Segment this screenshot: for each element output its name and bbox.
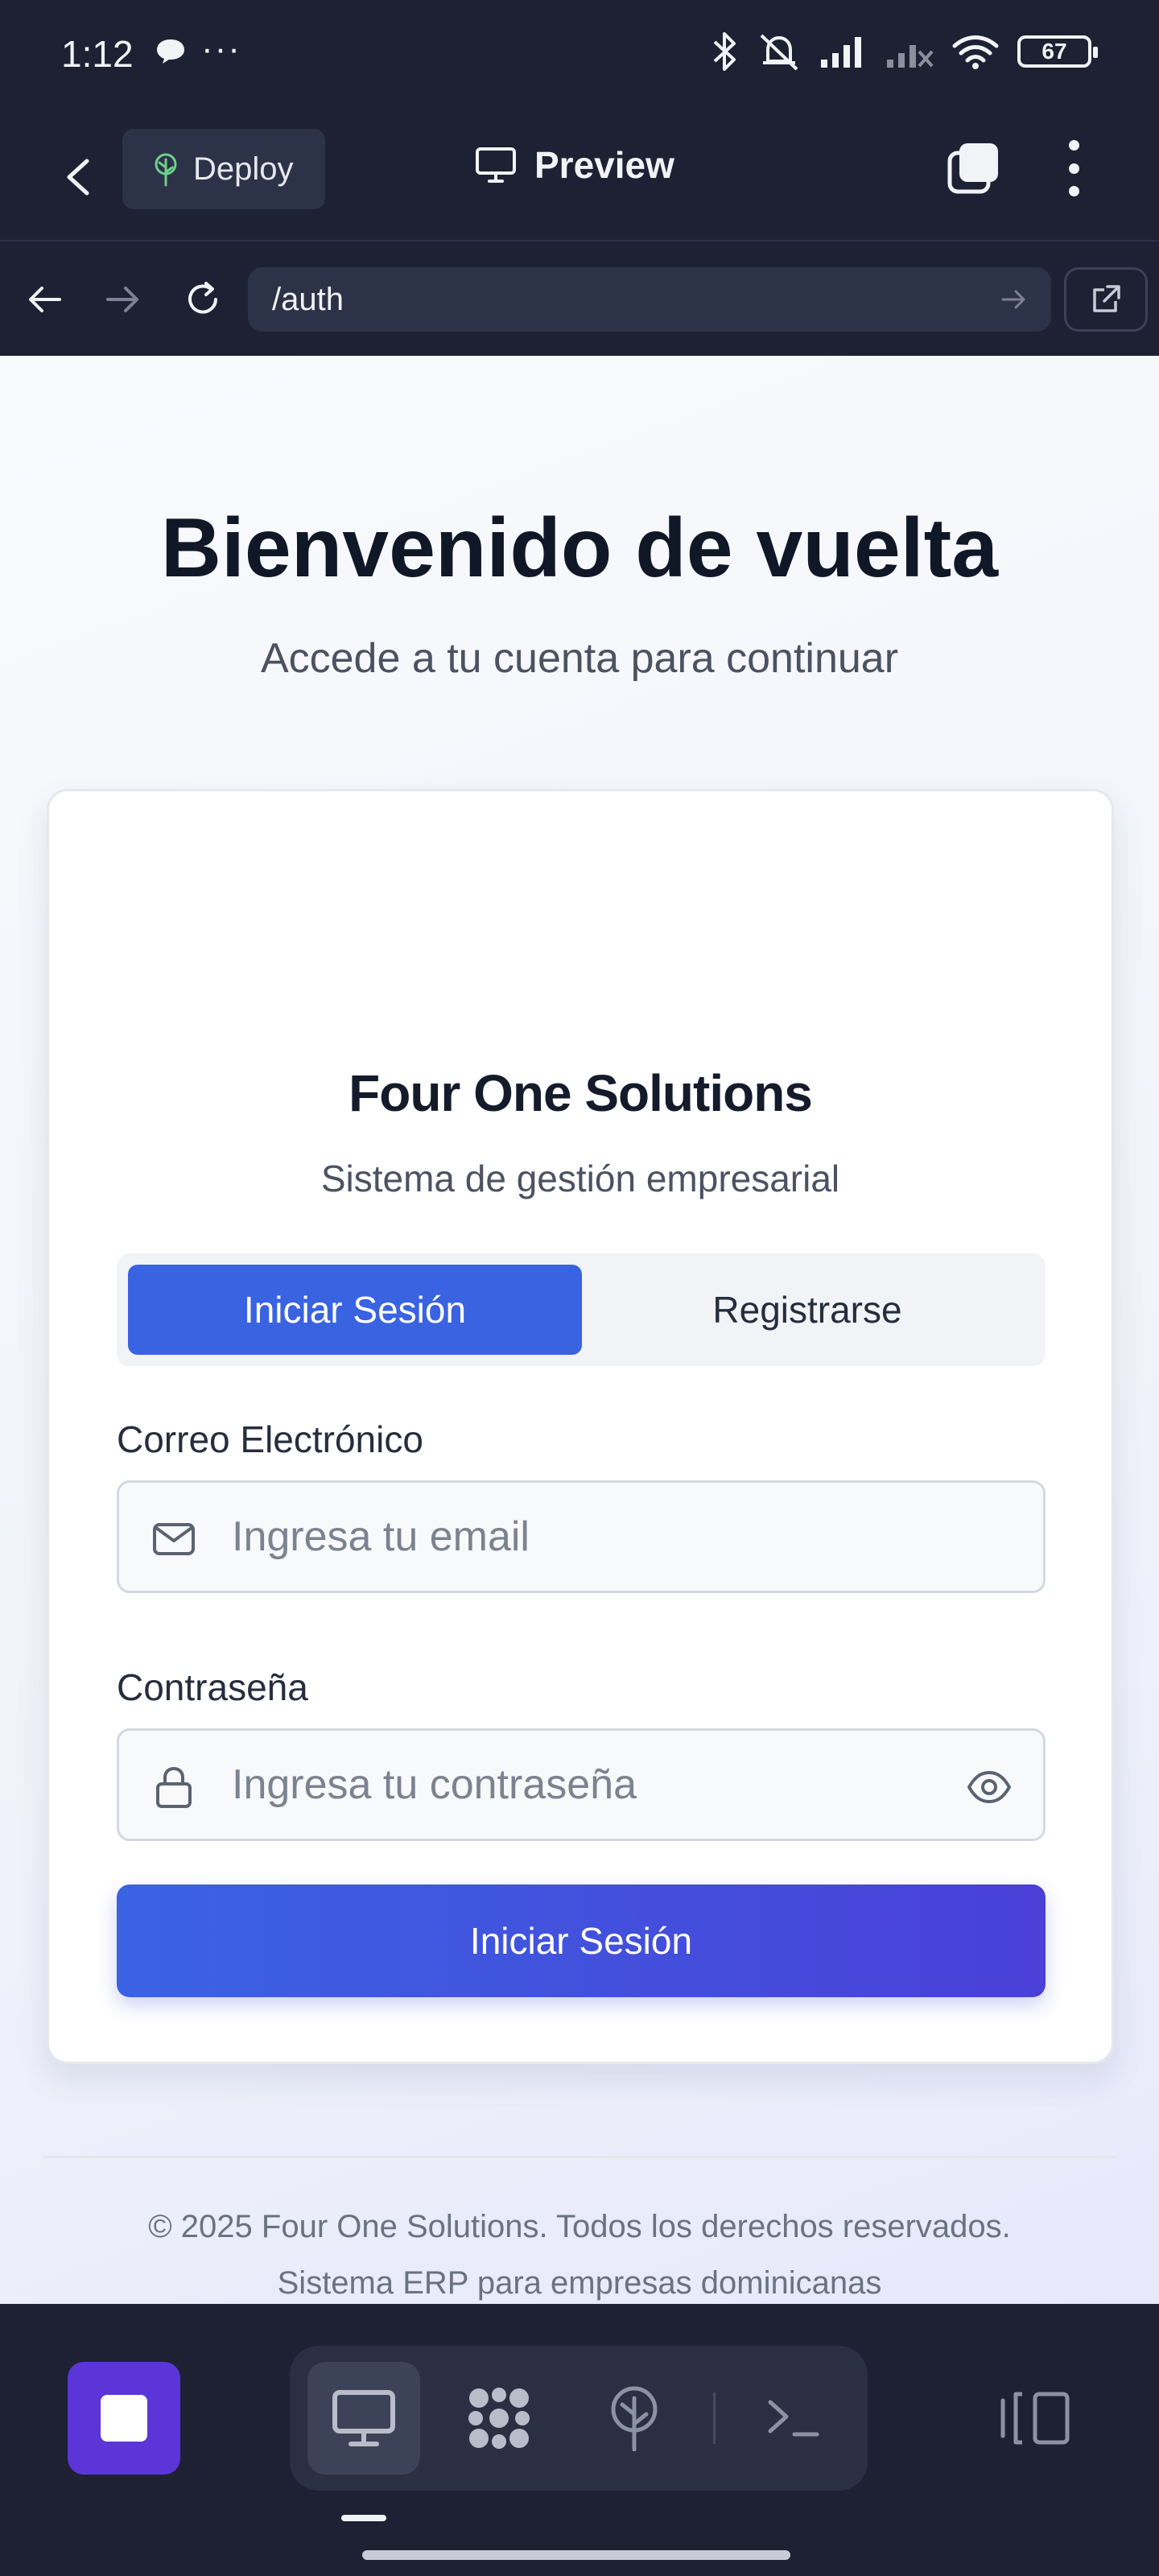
footer-copyright: © 2025 Four One Solutions. Todos los der… bbox=[148, 2209, 1011, 2244]
toolbar-separator bbox=[713, 2392, 716, 2444]
email-field[interactable]: Ingresa tu email bbox=[117, 1480, 1046, 1593]
footer-tagline: Sistema ERP para empresas dominicanas bbox=[277, 2265, 882, 2301]
arrow-left-icon[interactable] bbox=[24, 279, 66, 320]
signal-icon bbox=[821, 37, 861, 68]
go-arrow-icon[interactable] bbox=[1000, 285, 1029, 314]
page-subtitle: Accede a tu cuenta para continuar bbox=[260, 635, 899, 682]
open-external-button[interactable] bbox=[1064, 267, 1148, 332]
reload-icon[interactable] bbox=[182, 279, 224, 320]
preview-label: Preview bbox=[534, 144, 674, 186]
signal-no-service-icon bbox=[887, 45, 934, 68]
login-card: Four One Solutions Sistema de gestión em… bbox=[47, 789, 1114, 2064]
arrow-right-icon[interactable] bbox=[101, 279, 143, 320]
wifi-icon bbox=[952, 35, 999, 69]
browser-url-bar: /auth bbox=[0, 243, 1159, 356]
workspace-tool-button[interactable] bbox=[443, 2362, 555, 2475]
app-header: Deploy Preview bbox=[0, 113, 1159, 242]
deploy-label: Deploy bbox=[193, 151, 294, 187]
status-time: 1:12 bbox=[61, 33, 134, 75]
email-placeholder: Ingresa tu email bbox=[232, 1513, 530, 1560]
brand-subtitle: Sistema de gestión empresarial bbox=[320, 1158, 840, 1199]
deploy-tree-icon bbox=[611, 2386, 658, 2451]
preview-title: Preview bbox=[475, 143, 674, 187]
status-bar: 1:12 ··· 67 bbox=[0, 0, 1159, 113]
preview-tool-button[interactable] bbox=[307, 2362, 420, 2475]
web-page: Bienvenido de vuelta Accede a tu cuenta … bbox=[0, 356, 1159, 2304]
battery-icon: 67 bbox=[1017, 35, 1098, 68]
password-label: Contraseña bbox=[117, 1666, 308, 1708]
kebab-menu-icon[interactable] bbox=[1058, 140, 1090, 196]
bottom-toolbar bbox=[0, 2304, 1159, 2576]
active-tab-indicator bbox=[341, 2515, 386, 2521]
status-more: ··· bbox=[201, 29, 241, 68]
eye-icon[interactable] bbox=[966, 1766, 1013, 1808]
deploy-button[interactable]: Deploy bbox=[122, 129, 325, 209]
tool-group bbox=[290, 2346, 868, 2491]
login-submit-button[interactable]: Iniciar Sesión bbox=[117, 1885, 1046, 1997]
home-indicator[interactable] bbox=[362, 2550, 790, 2560]
battery-level: 67 bbox=[1041, 39, 1067, 64]
back-chevron-icon[interactable] bbox=[58, 142, 97, 213]
brand-name: Four One Solutions bbox=[349, 1064, 813, 1122]
chat-bubble-icon bbox=[157, 39, 184, 64]
footer-divider bbox=[43, 2156, 1116, 2158]
tabs-icon[interactable] bbox=[947, 142, 1000, 195]
lock-icon bbox=[156, 1766, 192, 1808]
stop-icon bbox=[101, 2395, 147, 2442]
tab-login[interactable]: Iniciar Sesión bbox=[128, 1265, 582, 1355]
url-text: /auth bbox=[272, 281, 344, 317]
deploy-tool-button[interactable] bbox=[578, 2362, 691, 2475]
terminal-tool-button[interactable] bbox=[737, 2362, 850, 2475]
mail-icon bbox=[153, 1523, 195, 1555]
deploy-tree-icon bbox=[155, 153, 177, 187]
bluetooth-icon bbox=[713, 32, 736, 71]
auth-tabs: Iniciar Sesión Registrarse bbox=[117, 1253, 1046, 1366]
page-title: Bienvenido de vuelta bbox=[160, 502, 999, 595]
password-field[interactable]: Ingresa tu contraseña bbox=[117, 1728, 1046, 1841]
url-input[interactable]: /auth bbox=[248, 267, 1051, 332]
monitor-icon bbox=[476, 147, 516, 183]
stop-button[interactable] bbox=[68, 2362, 180, 2475]
tab-register[interactable]: Registrarse bbox=[580, 1265, 1034, 1355]
grid-blob-icon bbox=[468, 2388, 530, 2449]
terminal-icon bbox=[768, 2400, 819, 2437]
open-external-icon bbox=[1093, 285, 1120, 312]
panel-toggle-icon[interactable] bbox=[998, 2389, 1072, 2447]
email-label: Correo Electrónico bbox=[117, 1418, 423, 1460]
mute-icon bbox=[760, 34, 798, 71]
monitor-icon bbox=[332, 2390, 395, 2446]
password-placeholder: Ingresa tu contraseña bbox=[232, 1761, 637, 1808]
